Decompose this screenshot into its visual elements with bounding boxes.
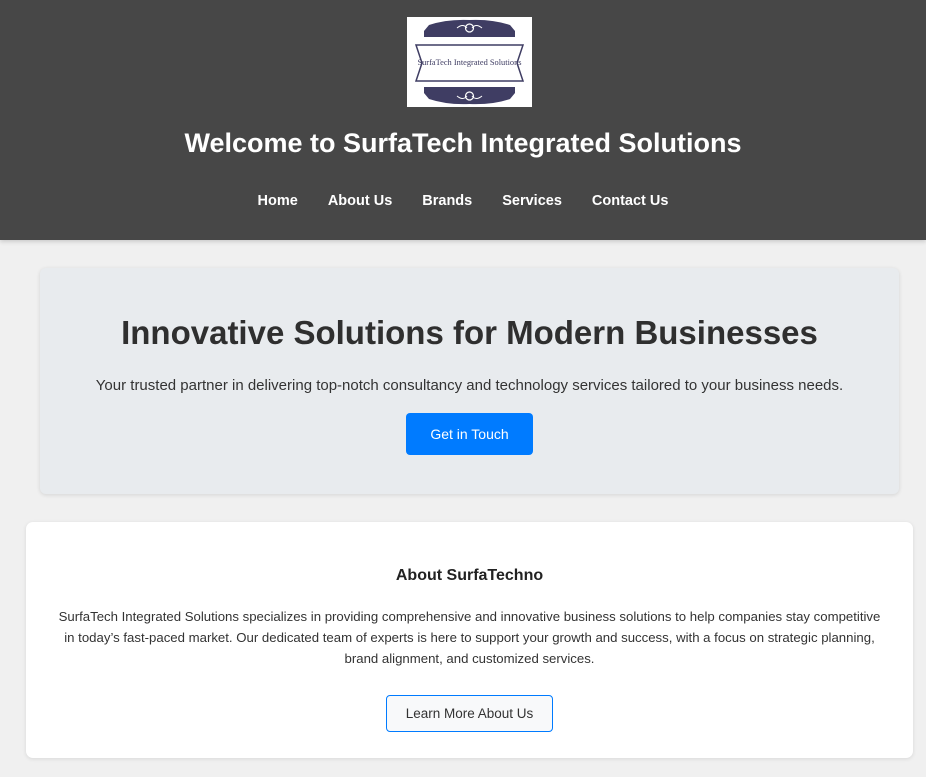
nav-brands[interactable]: Brands bbox=[422, 193, 472, 209]
about-section: About SurfaTechno SurfaTech Integrated S… bbox=[26, 522, 913, 758]
nav-contact-us[interactable]: Contact Us bbox=[592, 193, 669, 209]
main-nav: Home About Us Brands Services Contact Us bbox=[0, 193, 926, 209]
site-title: Welcome to SurfaTech Integrated Solution… bbox=[184, 128, 742, 158]
company-logo[interactable]: SurfaTech Integrated Solutions bbox=[407, 17, 532, 107]
about-body: SurfaTech Integrated Solutions specializ… bbox=[58, 609, 881, 666]
hero-tagline: Your trusted partner in delivering top-n… bbox=[95, 377, 844, 394]
nav-about-us[interactable]: About Us bbox=[328, 193, 392, 209]
learn-more-button[interactable]: Learn More About Us bbox=[386, 695, 553, 732]
site-header: SurfaTech Integrated Solutions Welcome t… bbox=[0, 0, 926, 240]
nav-services[interactable]: Services bbox=[502, 193, 562, 209]
hero-heading: Innovative Solutions for Modern Business… bbox=[121, 314, 818, 351]
nav-home[interactable]: Home bbox=[258, 193, 298, 209]
get-in-touch-button[interactable]: Get in Touch bbox=[406, 413, 533, 455]
about-heading: About SurfaTechno bbox=[395, 567, 544, 584]
hero-section: Innovative Solutions for Modern Business… bbox=[40, 268, 899, 494]
logo-wordmark: SurfaTech Integrated Solutions bbox=[417, 58, 522, 67]
